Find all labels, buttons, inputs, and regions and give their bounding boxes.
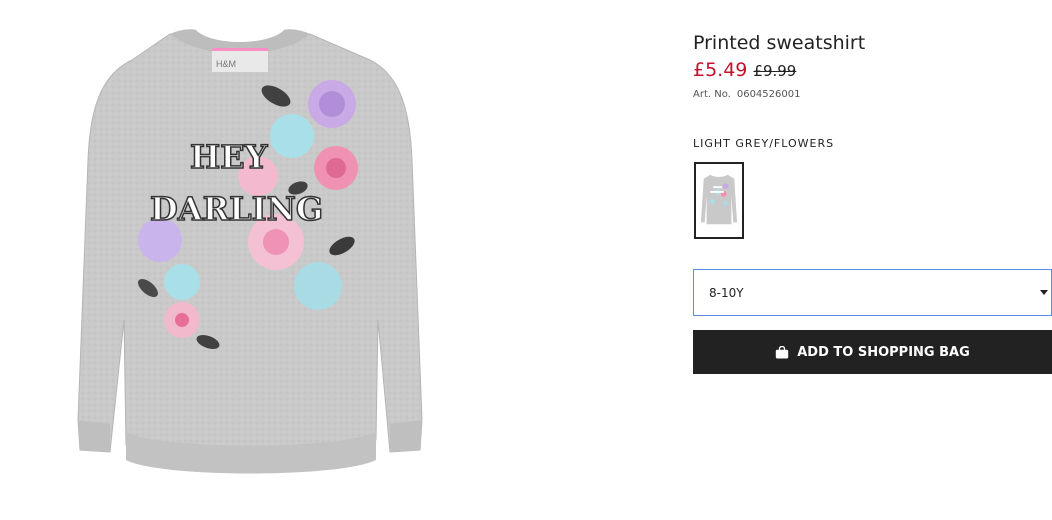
print-text-hey: HEY — [190, 138, 269, 176]
sale-price: £5.49 — [693, 59, 748, 81]
article-number: Art. No. 0604526001 — [693, 89, 1052, 100]
price-row: £5.49 £9.99 — [693, 59, 1052, 81]
article-number-label: Art. No. — [693, 89, 731, 100]
article-number-value: 0604526001 — [736, 89, 801, 100]
original-price: £9.99 — [753, 62, 797, 80]
swatch-thumbnail — [699, 167, 739, 234]
add-to-bag-label: ADD TO SHOPPING BAG — [797, 344, 970, 360]
product-title: Printed sweatshirt — [693, 32, 866, 54]
size-select[interactable]: 8-10Y — [693, 269, 1052, 316]
add-to-bag-button[interactable]: ADD TO SHOPPING BAG — [693, 330, 1052, 374]
shopping-bag-icon — [776, 345, 789, 358]
size-select-value: 8-10Y — [709, 285, 744, 300]
product-image[interactable]: H&M HEY DARLING — [40, 20, 460, 500]
color-name: LIGHT GREY/FLOWERS — [693, 137, 835, 150]
color-swatch-light-grey-flowers[interactable] — [694, 162, 744, 239]
product-details: Printed sweatshirt £5.49 £9.99 Art. No. 0… — [693, 32, 1052, 374]
print-text-darling: DARLING — [150, 190, 323, 228]
chevron-down-icon — [1040, 290, 1048, 295]
neck-label-text: H&M — [216, 59, 236, 69]
sweatshirt-illustration: H&M HEY DARLING — [77, 29, 423, 474]
